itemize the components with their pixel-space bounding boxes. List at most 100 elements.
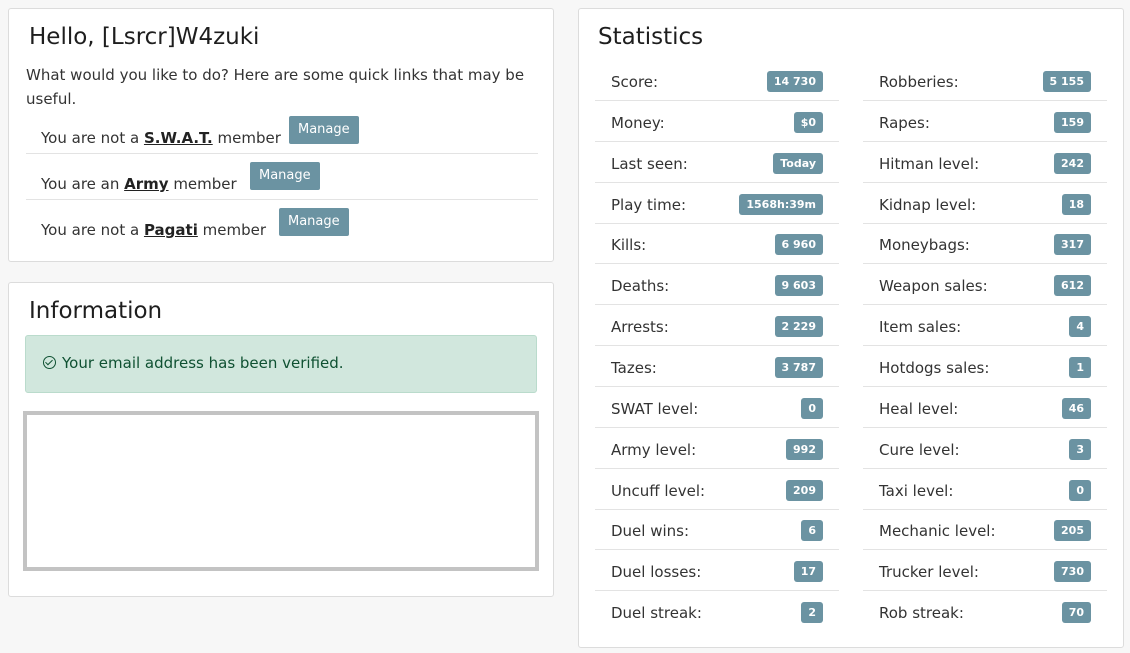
stat-label: Duel losses: bbox=[611, 563, 702, 582]
stat-value-badge: 9 603 bbox=[774, 275, 823, 297]
stat-value-badge: 209 bbox=[786, 479, 823, 501]
embedded-frame[interactable] bbox=[23, 411, 539, 571]
stat-value-badge: 159 bbox=[1054, 111, 1091, 133]
statistics-card: Statistics Score: 14 730 Money: $0 Last seen… bbox=[578, 8, 1124, 648]
stat-value-badge: 3 bbox=[1069, 438, 1091, 460]
stat-row: Money: $0 bbox=[595, 102, 839, 142]
stat-label: Score: bbox=[611, 73, 659, 91]
statistics-title: Statistics bbox=[598, 24, 704, 50]
check-circle-icon bbox=[43, 356, 56, 369]
stat-label: Last seen: bbox=[611, 154, 688, 173]
group-link-swat[interactable]: S.W.A.T. bbox=[144, 129, 213, 147]
stat-label: Robberies: bbox=[879, 73, 959, 91]
stat-value-badge: 0 bbox=[1069, 479, 1091, 501]
stat-row: Arrests: 2 229 bbox=[595, 306, 839, 347]
information-title: Information bbox=[29, 298, 163, 324]
stat-label: Kidnap level: bbox=[879, 195, 977, 214]
stat-row: Last seen: Today bbox=[595, 143, 839, 183]
stat-label: Item sales: bbox=[879, 318, 962, 337]
stat-label: Cure level: bbox=[879, 440, 960, 459]
stat-row: Rapes: 159 bbox=[863, 102, 1107, 142]
manage-pagati-button[interactable]: Manage bbox=[279, 208, 349, 236]
stat-label: Play time: bbox=[611, 195, 686, 214]
stat-row: SWAT level: 0 bbox=[595, 388, 839, 428]
stat-row: Rob streak: 70 bbox=[863, 592, 1107, 632]
stat-label: Moneybags: bbox=[879, 236, 970, 255]
stat-label: Rapes: bbox=[879, 113, 930, 132]
stat-row: Taxi level: 0 bbox=[863, 470, 1107, 510]
stat-row: Cure level: 3 bbox=[863, 429, 1107, 469]
stat-value-badge: 4 bbox=[1069, 316, 1091, 338]
stat-label: Tazes: bbox=[611, 358, 657, 377]
stat-value-badge: Today bbox=[773, 152, 823, 174]
stat-value-badge: 6 960 bbox=[774, 234, 823, 256]
alert-text: Your email address has been verified. bbox=[62, 354, 344, 372]
email-verified-alert: Your email address has been verified. bbox=[25, 335, 537, 393]
stat-value-badge: 1 bbox=[1069, 356, 1091, 378]
stat-value-badge: 317 bbox=[1054, 234, 1091, 256]
stat-value-badge: 17 bbox=[793, 561, 823, 583]
stat-row: Mechanic level: 205 bbox=[863, 510, 1107, 551]
membership-row-pagati: You are not a Pagati member Manage bbox=[26, 208, 537, 254]
stat-label: Army level: bbox=[611, 440, 697, 459]
stat-value-badge: 2 bbox=[801, 602, 823, 624]
stat-value-badge: 6 bbox=[801, 520, 823, 542]
stat-value-badge: 3 787 bbox=[774, 356, 823, 378]
stat-label: Mechanic level: bbox=[879, 522, 996, 541]
stat-row: Heal level: 46 bbox=[863, 388, 1107, 428]
divider bbox=[26, 199, 538, 200]
stat-label: Arrests: bbox=[611, 318, 669, 337]
group-link-army[interactable]: Army bbox=[124, 175, 168, 193]
stat-row: Uncuff level: 209 bbox=[595, 470, 839, 510]
stat-label: Kills: bbox=[611, 236, 647, 255]
stat-value-badge: 1568h:39m bbox=[739, 193, 823, 215]
stat-label: Money: bbox=[611, 113, 665, 132]
stat-label: Taxi level: bbox=[879, 481, 954, 500]
group-link-pagati[interactable]: Pagati bbox=[144, 221, 198, 239]
stat-row: Tazes: 3 787 bbox=[595, 347, 839, 387]
stat-row: Weapon sales: 612 bbox=[863, 265, 1107, 306]
divider bbox=[26, 153, 538, 154]
stat-row: Robberies: 5 155 bbox=[863, 61, 1107, 101]
welcome-title: Hello, [Lsrcr]W4zuki bbox=[29, 24, 260, 50]
stat-row: Duel streak: 2 bbox=[595, 592, 839, 632]
stat-row: Deaths: 9 603 bbox=[595, 265, 839, 306]
stat-row: Army level: 992 bbox=[595, 429, 839, 469]
stat-row: Trucker level: 730 bbox=[863, 551, 1107, 592]
welcome-intro-text: What would you like to do? Here are some… bbox=[26, 66, 525, 108]
stat-value-badge: 70 bbox=[1061, 602, 1091, 624]
manage-army-button[interactable]: Manage bbox=[250, 162, 320, 190]
membership-row-swat: You are not a S.W.A.T. member Manage bbox=[26, 116, 537, 162]
stat-value-badge: 46 bbox=[1061, 397, 1091, 419]
stat-row: Hotdogs sales: 1 bbox=[863, 347, 1107, 387]
stat-value-badge: 0 bbox=[801, 397, 823, 419]
stat-value-badge: 612 bbox=[1054, 275, 1091, 297]
stat-row: Item sales: 4 bbox=[863, 306, 1107, 347]
stat-value-badge: 18 bbox=[1061, 193, 1091, 215]
stat-value-badge: 2 229 bbox=[774, 316, 823, 338]
stat-label: SWAT level: bbox=[611, 399, 699, 418]
stat-value-badge: 242 bbox=[1054, 152, 1091, 174]
manage-swat-button[interactable]: Manage bbox=[289, 116, 359, 144]
information-card: Information Your email address has been … bbox=[8, 282, 554, 597]
stat-row: Duel losses: 17 bbox=[595, 551, 839, 592]
stat-label: Uncuff level: bbox=[611, 481, 706, 500]
membership-row-army: You are an Army member Manage bbox=[26, 162, 537, 208]
membership-text: You are not a Pagati member bbox=[41, 221, 266, 239]
stat-value-badge: 730 bbox=[1054, 561, 1091, 583]
stat-label: Hotdogs sales: bbox=[879, 358, 990, 377]
stat-row: Score: 14 730 bbox=[595, 61, 839, 101]
stat-label: Rob streak: bbox=[879, 604, 964, 623]
stat-label: Heal level: bbox=[879, 399, 959, 418]
stat-row: Hitman level: 242 bbox=[863, 143, 1107, 183]
stat-value-badge: 5 155 bbox=[1042, 71, 1091, 92]
stat-row: Duel wins: 6 bbox=[595, 510, 839, 551]
stat-value-badge: 205 bbox=[1054, 520, 1091, 542]
membership-text: You are an Army member bbox=[41, 175, 237, 193]
stat-value-badge: 992 bbox=[786, 438, 823, 460]
stat-value-badge: 14 730 bbox=[766, 71, 823, 92]
stat-label: Duel streak: bbox=[611, 604, 702, 623]
stat-row: Kidnap level: 18 bbox=[863, 184, 1107, 224]
welcome-card: Hello, [Lsrcr]W4zuki What would you like… bbox=[8, 8, 554, 262]
stat-label: Duel wins: bbox=[611, 522, 690, 541]
